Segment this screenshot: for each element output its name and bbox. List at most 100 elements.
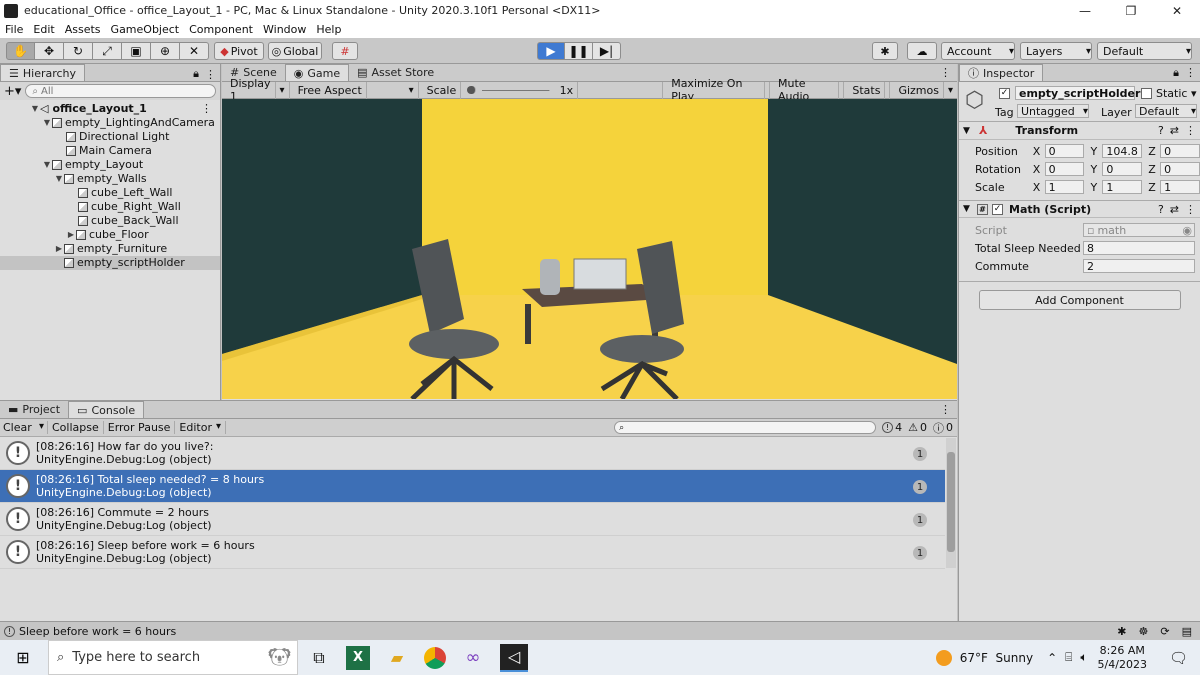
static-dropdown[interactable]: Static ▾ <box>1156 87 1196 100</box>
warning-filter-toggle[interactable]: ⚠ 0 <box>908 421 927 434</box>
display-dropdown[interactable]: Display 1 <box>222 77 290 103</box>
list-item-selected[interactable]: empty_scriptHolder <box>0 256 220 270</box>
slider-thumb[interactable] <box>467 86 477 94</box>
unity-taskbar-icon[interactable]: ◁ <box>500 643 528 672</box>
list-item[interactable]: Main Camera <box>0 144 220 158</box>
file-explorer-icon[interactable]: ▰ <box>382 643 412 673</box>
network-icon[interactable]: ⌸ <box>1065 650 1072 665</box>
tab-project[interactable]: ▬ Project <box>0 401 68 418</box>
pause-icon[interactable]: ❚❚ <box>565 42 593 60</box>
list-item[interactable]: cube_Left_Wall <box>0 186 220 200</box>
tab-game[interactable]: ◉ Game <box>284 64 350 81</box>
list-item[interactable]: ▶ empty_Furniture <box>0 242 220 256</box>
position-z-field[interactable]: 0 <box>1160 144 1200 158</box>
object-picker-icon[interactable]: ◉ <box>1182 224 1192 237</box>
scrollbar-thumb[interactable] <box>947 452 955 552</box>
position-y-field[interactable]: 104.8 <box>1102 144 1143 158</box>
status-message[interactable]: Sleep before work = 6 hours <box>19 625 176 638</box>
collapsed-arrow-icon[interactable]: ▶ <box>66 228 76 242</box>
cache-server-icon[interactable]: ▤ <box>1182 625 1192 638</box>
scale-x-field[interactable]: 1 <box>1044 180 1085 194</box>
weather-text[interactable]: 67°F Sunny <box>960 651 1033 665</box>
active-checkbox[interactable]: ✓ <box>999 88 1010 99</box>
rect-tool-icon[interactable]: ▣ <box>122 42 151 60</box>
expand-arrow-icon[interactable]: ▼ <box>54 172 64 186</box>
pivot-toggle[interactable]: ◆ Pivot <box>214 42 264 60</box>
list-item[interactable]: ▼ empty_Layout <box>0 158 220 172</box>
scale-tool-icon[interactable]: ⤢ <box>93 42 122 60</box>
show-hidden-icons-chevron-icon[interactable]: ⌃ <box>1047 651 1057 665</box>
script-component-header[interactable]: ▼ # ✓ Math (Script) ? ⇄ ⋮ <box>959 200 1200 218</box>
close-button[interactable]: ✕ <box>1154 4 1200 18</box>
help-icon[interactable]: ? <box>1158 203 1164 216</box>
tab-console[interactable]: ▭ Console <box>68 401 145 418</box>
notification-icon[interactable]: 🗨︎ <box>1169 649 1188 667</box>
object-name-field[interactable]: empty_scriptHolder <box>1015 86 1140 100</box>
rotation-z-field[interactable]: 0 <box>1160 162 1200 176</box>
list-item[interactable]: ▼ empty_Walls <box>0 172 220 186</box>
expand-arrow-icon[interactable]: ▼ <box>30 102 40 116</box>
menu-component[interactable]: Component <box>184 23 258 36</box>
menu-edit[interactable]: Edit <box>28 23 59 36</box>
excel-icon[interactable]: X <box>346 645 370 670</box>
foldout-arrow-icon[interactable]: ▼ <box>963 126 977 136</box>
clock[interactable]: 8:26 AM 5/4/2023 <box>1098 644 1147 672</box>
foldout-arrow-icon[interactable]: ▼ <box>963 204 977 214</box>
scale-slider[interactable]: Scale 1x <box>419 81 664 99</box>
visual-studio-icon[interactable]: ∞ <box>458 643 488 673</box>
lock-icon[interactable]: 🔒︎ <box>1167 66 1185 80</box>
static-checkbox[interactable] <box>1141 88 1152 99</box>
preset-icon[interactable]: ⇄ <box>1170 203 1179 216</box>
list-item[interactable]: Directional Light <box>0 130 220 144</box>
transform-tool-icon[interactable]: ⊕ <box>151 42 180 60</box>
account-dropdown[interactable]: Account <box>941 42 1015 60</box>
panel-menu-icon[interactable]: ⋮ <box>934 403 957 416</box>
tab-inspector[interactable]: ⓘ Inspector <box>959 64 1044 81</box>
component-menu-icon[interactable]: ⋮ <box>1185 124 1196 137</box>
hand-tool-icon[interactable]: ✋ <box>6 42 35 60</box>
stats-toggle[interactable]: Stats <box>844 81 891 99</box>
volume-icon[interactable]: 🔈︎ <box>1080 650 1087 665</box>
console-entry[interactable]: ! [08:26:16] How far do you live?: UnityE… <box>0 437 945 470</box>
cloud-icon[interactable]: ☁ <box>907 42 937 60</box>
rotation-y-field[interactable]: 0 <box>1102 162 1143 176</box>
console-scrollbar[interactable] <box>946 438 956 568</box>
editor-dropdown[interactable]: Editor <box>175 421 227 434</box>
rotate-tool-icon[interactable]: ↻ <box>64 42 93 60</box>
list-item[interactable]: ▶ cube_Floor <box>0 228 220 242</box>
collapsed-arrow-icon[interactable]: ▶ <box>54 242 64 256</box>
scene-menu-icon[interactable]: ⋮ <box>201 102 212 116</box>
clear-button[interactable]: Clear <box>0 421 48 434</box>
move-tool-icon[interactable]: ✥ <box>35 42 64 60</box>
play-icon[interactable]: ▶ <box>537 42 565 60</box>
script-reference-field[interactable]: ▫ math ◉ <box>1083 223 1195 237</box>
bug-icon[interactable]: ✱ <box>1117 625 1126 638</box>
gizmos-dropdown[interactable]: Gizmos <box>890 81 957 99</box>
rotation-x-field[interactable]: 0 <box>1044 162 1085 176</box>
list-item[interactable]: cube_Back_Wall <box>0 214 220 228</box>
scale-y-field[interactable]: 1 <box>1102 180 1143 194</box>
snap-settings-button[interactable]: # <box>332 42 358 60</box>
list-item[interactable]: ▼ empty_LightingAndCamera <box>0 116 220 130</box>
task-view-icon[interactable]: ⧉ <box>304 643 334 673</box>
tab-hierarchy[interactable]: ☰ Hierarchy <box>0 64 86 81</box>
menu-file[interactable]: File <box>0 23 28 36</box>
error-pause-toggle[interactable]: Error Pause <box>104 421 176 434</box>
preset-icon[interactable]: ⇄ <box>1170 124 1179 137</box>
error-filter-toggle[interactable]: ⓘ 0 <box>933 420 953 436</box>
position-x-field[interactable]: 0 <box>1044 144 1085 158</box>
script-enabled-checkbox[interactable]: ✓ <box>992 203 1003 215</box>
hierarchy-search-input[interactable]: ⌕ All <box>25 84 216 98</box>
expand-arrow-icon[interactable]: ▼ <box>42 158 52 172</box>
panel-menu-icon[interactable]: ⋮ <box>1185 66 1200 79</box>
collab-icon[interactable]: ✱ <box>872 42 898 60</box>
transform-header[interactable]: ▼ ⅄ Transform ? ⇄ ⋮ <box>959 122 1200 140</box>
component-menu-icon[interactable]: ⋮ <box>1185 203 1196 216</box>
list-item[interactable]: cube_Right_Wall <box>0 200 220 214</box>
maximize-button[interactable]: ❐ <box>1108 4 1154 18</box>
console-entry-selected[interactable]: ! [08:26:16] Total sleep needed? = 8 hou… <box>0 470 945 503</box>
commute-field[interactable]: 2 <box>1083 259 1195 273</box>
game-render-view[interactable] <box>222 99 957 399</box>
menu-window[interactable]: Window <box>258 23 311 36</box>
menu-assets[interactable]: Assets <box>60 23 106 36</box>
